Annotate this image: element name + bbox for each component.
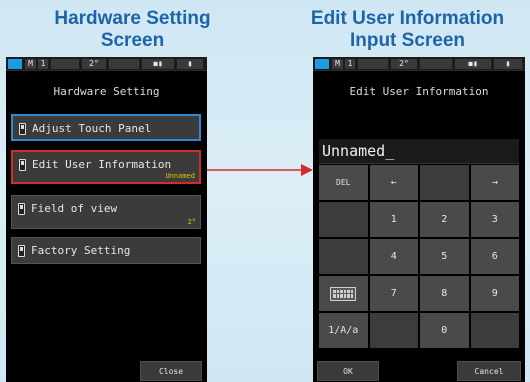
status-slot <box>420 59 452 69</box>
item-icon <box>19 123 26 135</box>
edit-user-information-screen: M 1 2° ◼▮ ▮ Edit User Information Unname… <box>313 57 525 382</box>
blank-key <box>470 313 519 348</box>
menu-item-label: Factory Setting <box>31 244 131 257</box>
menu-item-label: Edit User Information <box>32 158 172 171</box>
memory-indicator: 1 <box>38 59 48 69</box>
blank-key <box>319 202 368 237</box>
menu-item-label: Adjust Touch Panel <box>32 122 152 135</box>
input-mode-key[interactable]: 1/A/a <box>319 313 368 348</box>
key-6[interactable]: 6 <box>470 239 519 274</box>
battery-icon <box>315 59 329 69</box>
cursor-left-key[interactable]: ← <box>369 165 418 200</box>
menu-item-edit-user-information[interactable]: Edit User Information Unnamed <box>11 150 201 184</box>
edit-caption-line1: Edit User Information <box>310 8 505 29</box>
blank-key <box>369 313 418 348</box>
status-slot <box>51 59 79 69</box>
status-slot <box>358 59 388 69</box>
screen-title: Hardware Setting <box>53 85 160 98</box>
cursor-right-key[interactable]: → <box>470 165 519 200</box>
menu-item-adjust-touch-panel[interactable]: Adjust Touch Panel <box>11 114 201 141</box>
key-3[interactable]: 3 <box>470 202 519 237</box>
menu-item-value: Unnamed <box>165 172 195 180</box>
hardware-setting-screen: M 1 2° ◼▮ ▮ Hardware Setting Adjust Touc… <box>6 57 207 382</box>
close-button[interactable]: Close <box>140 361 202 381</box>
menu-item-field-of-view[interactable]: Field of view 2° <box>11 195 201 229</box>
key-5[interactable]: 5 <box>420 239 469 274</box>
keyboard-key[interactable] <box>319 276 368 311</box>
memory-indicator: 1 <box>345 59 355 69</box>
hardware-caption: Hardware Setting Screen <box>0 8 265 52</box>
record-icon: ◼▮ <box>455 59 491 69</box>
mode-indicator: M <box>332 59 343 69</box>
key-2[interactable]: 2 <box>420 202 469 237</box>
keyboard-icon <box>330 286 357 301</box>
blank-key <box>420 165 469 200</box>
cancel-button[interactable]: Cancel <box>457 361 521 381</box>
item-icon <box>18 245 25 257</box>
keypad: DEL ← → 1 2 3 4 5 6 7 8 9 1/A/a 0 <box>319 165 519 348</box>
ok-button[interactable]: OK <box>317 361 379 381</box>
hardware-caption-line2: Screen <box>100 30 165 51</box>
item-icon <box>18 203 25 215</box>
record-icon: ◼▮ <box>142 59 174 69</box>
key-1[interactable]: 1 <box>369 202 418 237</box>
status-slot <box>109 59 139 69</box>
key-0[interactable]: 0 <box>420 313 469 348</box>
battery-icon <box>8 59 22 69</box>
arrow-icon <box>207 164 313 176</box>
edit-caption: Edit User Information Input Screen <box>285 8 530 52</box>
item-icon <box>19 159 26 171</box>
key-4[interactable]: 4 <box>369 239 418 274</box>
menu-item-value: 2° <box>187 218 196 226</box>
menu-item-factory-setting[interactable]: Factory Setting <box>11 237 201 264</box>
status-bar: M 1 2° ◼▮ ▮ <box>313 57 525 71</box>
blank-key <box>319 239 368 274</box>
screen-title: Edit User Information <box>349 85 489 98</box>
mode-indicator: M <box>25 59 36 69</box>
delete-key[interactable]: DEL <box>319 165 368 200</box>
menu-item-label: Field of view <box>31 202 118 215</box>
key-8[interactable]: 8 <box>420 276 469 311</box>
signal-icon: ▮ <box>494 59 522 69</box>
edit-caption-line2: Input Screen <box>349 30 466 51</box>
key-9[interactable]: 9 <box>470 276 519 311</box>
angle-indicator: 2° <box>82 59 106 69</box>
signal-icon: ▮ <box>177 59 203 69</box>
user-name-input[interactable]: Unnamed_ <box>319 139 519 164</box>
status-bar: M 1 2° ◼▮ ▮ <box>6 57 207 71</box>
hardware-caption-line1: Hardware Setting <box>54 8 211 29</box>
angle-indicator: 2° <box>391 59 417 69</box>
key-7[interactable]: 7 <box>369 276 418 311</box>
